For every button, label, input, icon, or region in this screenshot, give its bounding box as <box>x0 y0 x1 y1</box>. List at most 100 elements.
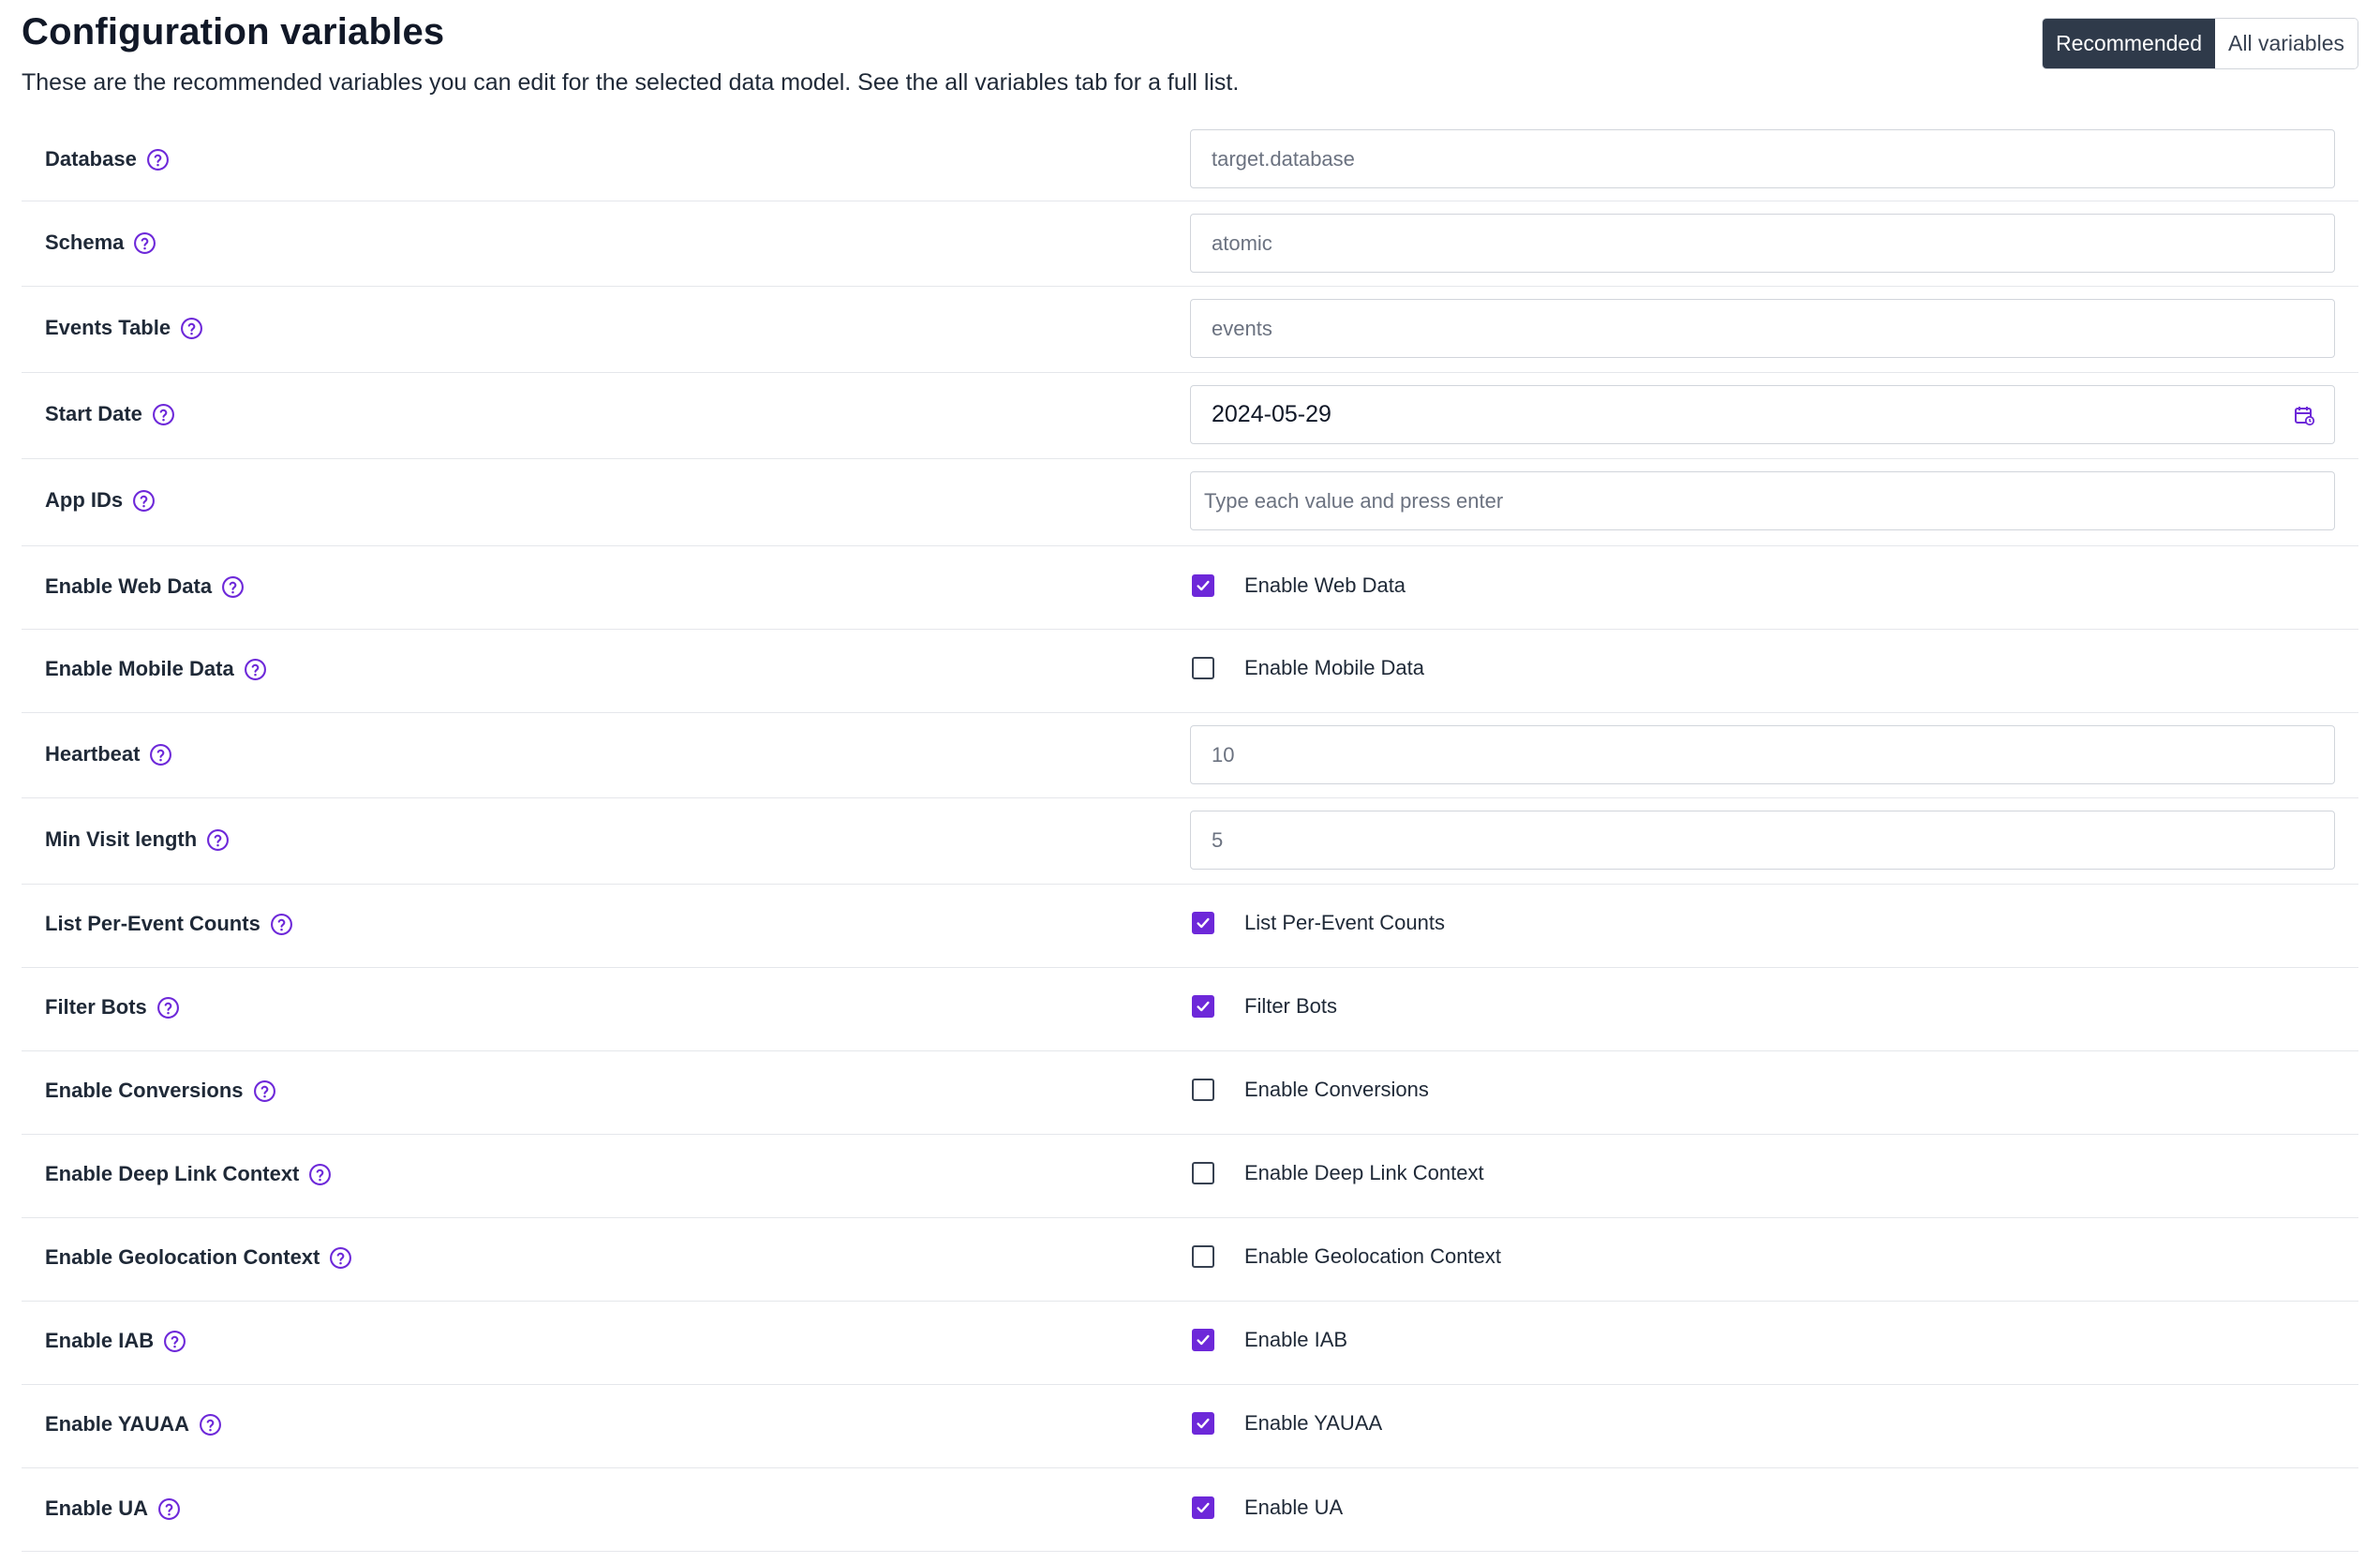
checkbox-checked[interactable] <box>1192 912 1214 934</box>
checkbox-checked[interactable] <box>1192 1412 1214 1435</box>
enable-deep-link-context-checkbox-group[interactable]: Enable Deep Link Context <box>1192 1161 1484 1185</box>
field-label: Enable Conversions <box>45 1079 244 1102</box>
label-enable-conversions: Enable Conversions <box>45 1077 276 1105</box>
enable-web-data-checkbox-group[interactable]: Enable Web Data <box>1192 573 1406 598</box>
app-ids-input[interactable]: Type each value and press enter <box>1190 471 2335 530</box>
configuration-panel: Configuration variables These are the re… <box>22 0 2358 1552</box>
checkbox-label[interactable]: Enable Geolocation Context <box>1244 1244 1501 1269</box>
help-icon[interactable] <box>156 996 180 1020</box>
checkbox-unchecked[interactable] <box>1192 1245 1214 1268</box>
help-icon[interactable] <box>270 913 293 936</box>
min-visit-length-input[interactable]: 5 <box>1190 811 2335 870</box>
checkbox-label[interactable]: Enable YAUAA <box>1244 1411 1382 1436</box>
start-date-input[interactable]: 2024-05-29 <box>1190 385 2335 444</box>
checkbox-checked[interactable] <box>1192 1329 1214 1351</box>
field-label: List Per-Event Counts <box>45 912 260 935</box>
events-table-input[interactable]: events <box>1190 299 2335 358</box>
checkbox-label[interactable]: Enable Deep Link Context <box>1244 1161 1484 1185</box>
row-enable-mobile-data: Enable Mobile Data Enable Mobile Data <box>22 630 2358 713</box>
help-icon[interactable] <box>244 658 267 681</box>
help-icon[interactable] <box>199 1413 222 1436</box>
field-label: Database <box>45 147 137 171</box>
enable-yauaa-checkbox-group[interactable]: Enable YAUAA <box>1192 1411 1382 1436</box>
page-title: Configuration variables <box>22 11 445 52</box>
checkbox-checked[interactable] <box>1192 574 1214 597</box>
row-enable-yauaa: Enable YAUAA Enable YAUAA <box>22 1385 2358 1468</box>
checkbox-checked[interactable] <box>1192 1496 1214 1519</box>
field-label: Schema <box>45 231 125 254</box>
row-start-date: Start Date 2024-05-29 <box>22 373 2358 459</box>
checkbox-checked[interactable] <box>1192 995 1214 1018</box>
help-icon[interactable] <box>253 1079 276 1103</box>
row-enable-web-data: Enable Web Data Enable Web Data <box>22 546 2358 630</box>
label-enable-geolocation-context: Enable Geolocation Context <box>45 1243 352 1272</box>
label-min-visit-length: Min Visit length <box>45 826 230 854</box>
field-label: Enable IAB <box>45 1329 155 1352</box>
enable-iab-checkbox-group[interactable]: Enable IAB <box>1192 1328 1347 1352</box>
field-label: Start Date <box>45 402 142 425</box>
help-icon[interactable] <box>157 1497 181 1521</box>
help-icon[interactable] <box>132 489 156 513</box>
enable-mobile-data-checkbox-group[interactable]: Enable Mobile Data <box>1192 656 1424 680</box>
help-icon[interactable] <box>152 403 175 426</box>
calendar-icon[interactable] <box>2293 404 2315 426</box>
help-icon[interactable] <box>329 1246 352 1270</box>
heartbeat-input[interactable]: 10 <box>1190 725 2335 784</box>
tab-recommended[interactable]: Recommended <box>2043 19 2215 68</box>
checkbox-label[interactable]: Enable IAB <box>1244 1328 1347 1352</box>
help-icon[interactable] <box>149 743 172 767</box>
help-icon[interactable] <box>163 1330 186 1353</box>
enable-ua-checkbox-group[interactable]: Enable UA <box>1192 1496 1343 1520</box>
heartbeat-placeholder: 10 <box>1212 742 1235 767</box>
row-database: Database target.database <box>22 127 2358 201</box>
min-visit-length-placeholder: 5 <box>1212 827 1224 852</box>
tab-all-variables[interactable]: All variables <box>2215 19 2358 68</box>
label-database: Database <box>45 145 170 173</box>
view-toggle: Recommended All variables <box>2042 18 2358 69</box>
checkbox-unchecked[interactable] <box>1192 1162 1214 1184</box>
row-enable-iab: Enable IAB Enable IAB <box>22 1302 2358 1385</box>
checkbox-label[interactable]: Enable Mobile Data <box>1244 656 1424 680</box>
row-enable-deep-link-context: Enable Deep Link Context Enable Deep Lin… <box>22 1135 2358 1218</box>
help-icon[interactable] <box>146 148 170 171</box>
label-schema: Schema <box>45 229 156 257</box>
enable-geolocation-context-checkbox-group[interactable]: Enable Geolocation Context <box>1192 1244 1501 1269</box>
row-app-ids: App IDs Type each value and press enter <box>22 459 2358 546</box>
label-events-table: Events Table <box>45 314 203 342</box>
events-table-placeholder: events <box>1212 316 1272 340</box>
label-enable-iab: Enable IAB <box>45 1327 186 1355</box>
checkbox-label[interactable]: Enable Conversions <box>1244 1078 1429 1102</box>
enable-conversions-checkbox-group[interactable]: Enable Conversions <box>1192 1078 1429 1102</box>
field-label: Enable Mobile Data <box>45 657 234 680</box>
database-input[interactable]: target.database <box>1190 129 2335 188</box>
label-start-date: Start Date <box>45 400 175 428</box>
checkbox-label[interactable]: Enable Web Data <box>1244 573 1406 598</box>
checkbox-label[interactable]: List Per-Event Counts <box>1244 911 1445 935</box>
filter-bots-checkbox-group[interactable]: Filter Bots <box>1192 994 1337 1019</box>
help-icon[interactable] <box>180 317 203 340</box>
start-date-value: 2024-05-29 <box>1212 401 1331 427</box>
label-filter-bots: Filter Bots <box>45 993 180 1021</box>
checkbox-unchecked[interactable] <box>1192 657 1214 679</box>
field-label: Events Table <box>45 316 171 339</box>
label-enable-mobile-data: Enable Mobile Data <box>45 655 267 683</box>
row-list-per-event-counts: List Per-Event Counts List Per-Event Cou… <box>22 885 2358 968</box>
row-enable-geolocation-context: Enable Geolocation Context Enable Geoloc… <box>22 1218 2358 1302</box>
schema-input[interactable]: atomic <box>1190 214 2335 273</box>
checkbox-unchecked[interactable] <box>1192 1079 1214 1101</box>
help-icon[interactable] <box>133 231 156 255</box>
list-per-event-counts-checkbox-group[interactable]: List Per-Event Counts <box>1192 911 1445 935</box>
help-icon[interactable] <box>221 575 245 599</box>
checkbox-label[interactable]: Enable UA <box>1244 1496 1343 1520</box>
help-icon[interactable] <box>206 828 230 852</box>
help-icon[interactable] <box>308 1163 332 1186</box>
field-label: Min Visit length <box>45 827 198 851</box>
row-enable-ua: Enable UA Enable UA <box>22 1468 2358 1552</box>
row-events-table: Events Table events <box>22 287 2358 373</box>
page-subtitle: These are the recommended variables you … <box>22 69 1240 96</box>
row-min-visit-length: Min Visit length 5 <box>22 798 2358 885</box>
field-label: Enable Web Data <box>45 574 213 598</box>
field-label: Enable Deep Link Context <box>45 1162 300 1185</box>
checkbox-label[interactable]: Filter Bots <box>1244 994 1337 1019</box>
label-enable-deep-link-context: Enable Deep Link Context <box>45 1160 332 1188</box>
